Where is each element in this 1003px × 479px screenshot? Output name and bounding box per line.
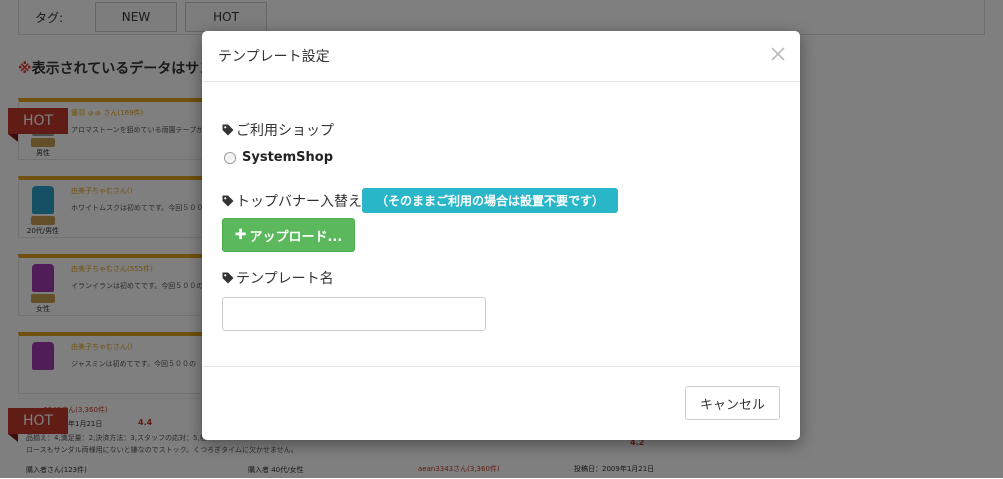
plus-icon: ✚ — [234, 227, 247, 243]
shop-field-label: ご利用ショップ — [222, 120, 334, 140]
tag-icon — [222, 124, 234, 136]
modal-body: ご利用ショップ SystemShop トップバナー入替え （そのままご利用の場合… — [202, 82, 800, 366]
banner-note-badge: （そのままご利用の場合は設置不要です） — [362, 188, 619, 213]
shop-radio[interactable] — [224, 151, 236, 164]
tag-icon — [222, 272, 234, 284]
upload-button[interactable]: ✚ アップロード... — [222, 218, 355, 252]
template-name-label: テンプレート名 — [222, 268, 334, 288]
template-settings-modal: テンプレート設定 ご利用ショップ SystemShop トップバナー入替え （そ… — [202, 31, 800, 440]
close-icon[interactable] — [770, 46, 786, 62]
template-name-input[interactable] — [222, 297, 486, 331]
cancel-button[interactable]: キャンセル — [685, 386, 780, 420]
tag-icon — [222, 195, 234, 207]
modal-footer: キャンセル — [202, 366, 800, 440]
shop-radio-option[interactable]: SystemShop — [224, 150, 333, 165]
modal-title: テンプレート設定 — [218, 49, 330, 65]
banner-field-label: トップバナー入替え — [222, 191, 362, 211]
modal-header: テンプレート設定 — [202, 31, 800, 82]
shop-option-label[interactable]: SystemShop — [242, 150, 333, 165]
